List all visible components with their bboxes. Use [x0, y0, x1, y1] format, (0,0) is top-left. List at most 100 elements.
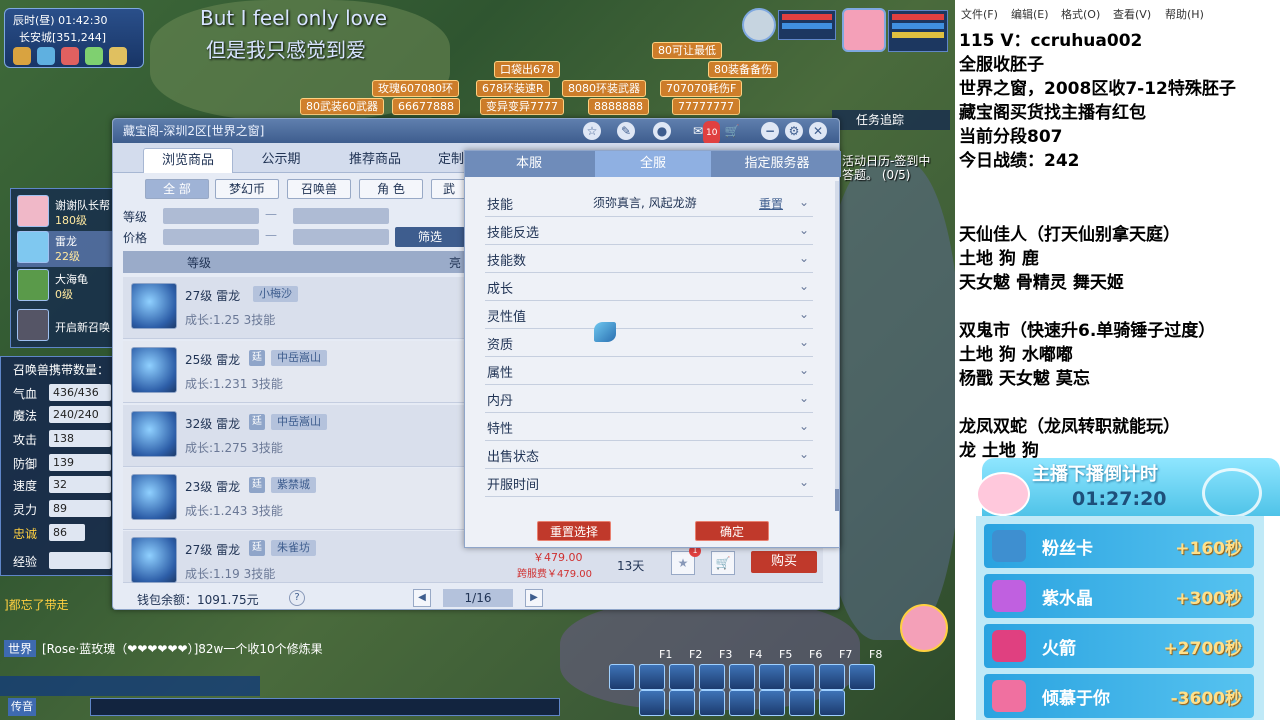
- chevron-down-icon[interactable]: ⌄: [799, 223, 809, 237]
- category-all[interactable]: 全 部: [145, 179, 209, 199]
- task-tracker[interactable]: 任务追踪: [832, 110, 950, 130]
- buy-button[interactable]: 购买: [751, 551, 817, 573]
- player-tag[interactable]: 变异变异7777: [480, 98, 564, 115]
- category-summon[interactable]: 召唤兽: [287, 179, 351, 199]
- category-role[interactable]: 角 色: [359, 179, 423, 199]
- filter-row[interactable]: 开服时间 ⌄: [485, 469, 813, 497]
- player-tag[interactable]: 口袋出678: [494, 61, 560, 78]
- pet-portrait[interactable]: [742, 8, 776, 42]
- category-currency[interactable]: 梦幻币: [215, 179, 279, 199]
- player-tag[interactable]: 707070耗伤F: [660, 80, 743, 97]
- player-tag[interactable]: 玫瑰607080环: [372, 80, 459, 97]
- price-min-input[interactable]: [163, 229, 259, 245]
- skill-slot[interactable]: [819, 690, 845, 716]
- skill-slot[interactable]: [729, 690, 755, 716]
- tab-browse[interactable]: 浏览商品: [143, 148, 233, 173]
- close-icon[interactable]: ✕: [809, 122, 827, 140]
- chevron-down-icon[interactable]: ⌄: [799, 279, 809, 293]
- confirm-button[interactable]: 确定: [695, 521, 769, 541]
- scrollbar-thumb[interactable]: [835, 489, 839, 511]
- filter-row[interactable]: 技能数 ⌄: [485, 245, 813, 273]
- tab-specific-server[interactable]: 指定服务器: [713, 151, 841, 177]
- player-portrait[interactable]: [842, 8, 886, 52]
- summon-entry-selected[interactable]: 雷龙 22级: [17, 231, 121, 267]
- chevron-down-icon[interactable]: ⌄: [799, 335, 809, 349]
- level-max-input[interactable]: [293, 208, 389, 224]
- map-icon[interactable]: [37, 47, 55, 65]
- settings-icon[interactable]: ⚙: [785, 122, 803, 140]
- player-tag[interactable]: 80武装60武器: [300, 98, 384, 115]
- chevron-down-icon[interactable]: ⌄: [799, 419, 809, 433]
- bag-icon[interactable]: [13, 47, 31, 65]
- skill-slot[interactable]: [819, 664, 845, 690]
- menu-edit[interactable]: 编辑(E): [1011, 6, 1049, 22]
- skill-slot[interactable]: [639, 664, 665, 690]
- filter-row[interactable]: 出售状态 ⌄: [485, 441, 813, 469]
- skill-slot[interactable]: [669, 664, 695, 690]
- skill-slot[interactable]: [669, 690, 695, 716]
- mail-icon[interactable]: [61, 47, 79, 65]
- filter-row[interactable]: 灵性值 ⌄: [485, 301, 813, 329]
- player-tag[interactable]: 678环装速R: [476, 80, 550, 97]
- edit-icon[interactable]: ✎: [617, 122, 635, 140]
- header-level[interactable]: 等级: [187, 254, 211, 271]
- chat-input[interactable]: [90, 698, 560, 716]
- filter-row[interactable]: 属性 ⌄: [485, 357, 813, 385]
- filter-row-skill[interactable]: 技能 须弥真言, 风起龙游 重置 ⌄: [485, 189, 813, 217]
- voice-button[interactable]: 传音: [8, 698, 36, 716]
- filter-row[interactable]: 内丹 ⌄: [485, 385, 813, 413]
- filter-row[interactable]: 成长 ⌄: [485, 273, 813, 301]
- tab-all-servers[interactable]: 全服: [595, 151, 711, 177]
- add-cart-icon[interactable]: 🛒: [711, 551, 735, 575]
- skill-slot[interactable]: [699, 664, 725, 690]
- level-min-input[interactable]: [163, 208, 259, 224]
- player-tag[interactable]: 80可让最低: [652, 42, 722, 59]
- reset-selection-button[interactable]: 重置选择: [537, 521, 611, 541]
- scrollbar-track[interactable]: [835, 181, 839, 511]
- summon-entry[interactable]: 大海龟 0级: [17, 269, 121, 305]
- menu-view[interactable]: 查看(V): [1113, 6, 1151, 22]
- skill-slot[interactable]: [729, 664, 755, 690]
- menu-file[interactable]: 文件(F): [961, 6, 998, 22]
- unlock-summon-slot[interactable]: 开启新召唤: [17, 309, 121, 345]
- skill-slot[interactable]: [849, 664, 875, 690]
- skill-slot[interactable]: [759, 664, 785, 690]
- player-tag[interactable]: 8080环装武器: [562, 80, 646, 97]
- menu-help[interactable]: 帮助(H): [1165, 6, 1204, 22]
- menu-format[interactable]: 格式(O): [1061, 6, 1100, 22]
- minimize-icon[interactable]: −: [761, 122, 779, 140]
- tab-recommend[interactable]: 推荐商品: [333, 148, 417, 173]
- skill-slot[interactable]: [609, 664, 635, 690]
- skill-slot[interactable]: [789, 664, 815, 690]
- player-tag[interactable]: 8888888: [588, 98, 649, 115]
- tab-this-server[interactable]: 本服: [465, 151, 593, 177]
- chevron-down-icon[interactable]: ⌄: [799, 363, 809, 377]
- calendar-icon[interactable]: [109, 47, 127, 65]
- next-page-button[interactable]: ▶: [525, 589, 543, 607]
- chevron-down-icon[interactable]: ⌄: [799, 195, 809, 209]
- filter-row[interactable]: 特性 ⌄: [485, 413, 813, 441]
- header-more[interactable]: 亮: [449, 254, 461, 271]
- player-tag[interactable]: 80装备备伤: [708, 61, 778, 78]
- skill-slot[interactable]: [699, 690, 725, 716]
- player-tag[interactable]: 66677888: [392, 98, 460, 115]
- character-portrait[interactable]: [900, 604, 948, 652]
- favorites-icon[interactable]: ☆: [583, 122, 601, 140]
- chevron-down-icon[interactable]: ⌄: [799, 391, 809, 405]
- skill-slot[interactable]: [639, 690, 665, 716]
- summon-entry[interactable]: 谢谢队长帮 180级: [17, 195, 121, 231]
- friends-icon[interactable]: [85, 47, 103, 65]
- chevron-down-icon[interactable]: ⌄: [799, 251, 809, 265]
- filter-row[interactable]: 资质 ⌄: [485, 329, 813, 357]
- tab-public[interactable]: 公示期: [243, 148, 319, 173]
- player-tag[interactable]: 77777777: [672, 98, 740, 115]
- window-titlebar[interactable]: 藏宝阁-深圳2区[世界之窗] ☆ ✎ ● ✉ 10 🛒 − ⚙ ✕: [113, 119, 839, 145]
- filter-reset-link[interactable]: 重置: [759, 195, 783, 212]
- category-weapon[interactable]: 武: [431, 179, 467, 199]
- record-icon[interactable]: ●: [653, 122, 671, 140]
- chevron-down-icon[interactable]: ⌄: [799, 307, 809, 321]
- price-max-input[interactable]: [293, 229, 389, 245]
- cart-icon[interactable]: 🛒: [723, 122, 741, 140]
- prev-page-button[interactable]: ◀: [413, 589, 431, 607]
- filter-button[interactable]: 筛选: [395, 227, 465, 247]
